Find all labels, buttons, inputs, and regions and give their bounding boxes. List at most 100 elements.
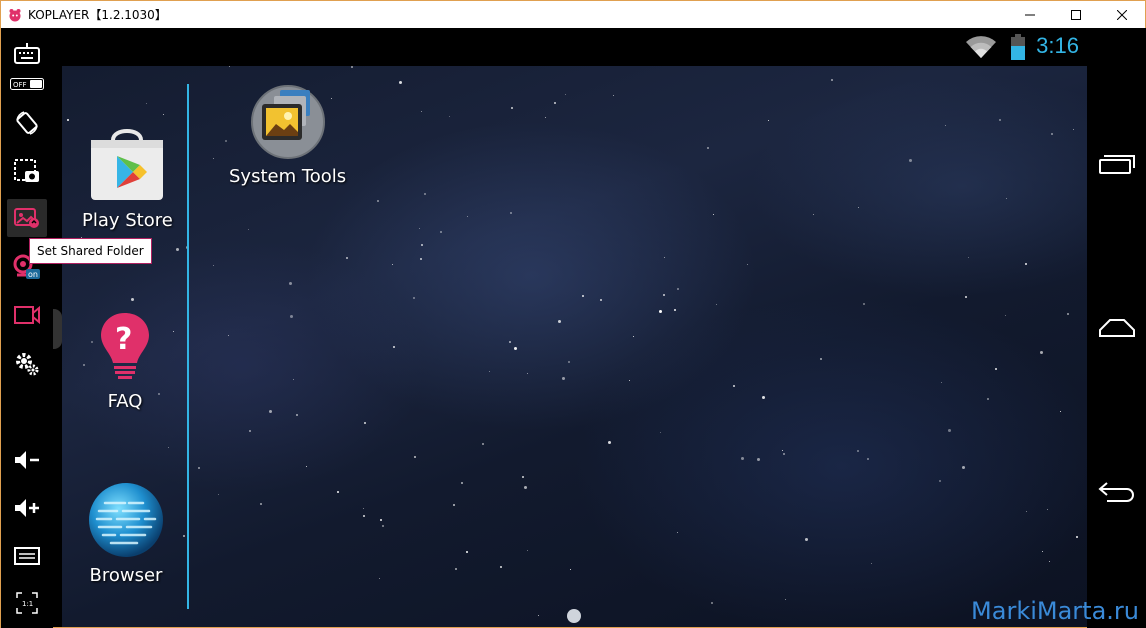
star bbox=[249, 430, 251, 432]
star bbox=[393, 346, 395, 348]
home-screen[interactable]: Play Store ? FAQ Browser System Tools bbox=[62, 66, 1087, 627]
star bbox=[213, 265, 214, 266]
home-icon bbox=[1099, 319, 1135, 337]
star bbox=[570, 569, 571, 570]
watermark-text: MarkiMarta.ru bbox=[971, 597, 1139, 625]
star bbox=[871, 563, 872, 564]
recent-apps-button[interactable] bbox=[1093, 144, 1141, 184]
star bbox=[545, 117, 546, 118]
star bbox=[858, 207, 859, 208]
battery-icon bbox=[1011, 34, 1025, 60]
star bbox=[909, 159, 912, 162]
app-label: FAQ bbox=[107, 391, 143, 412]
star bbox=[293, 379, 294, 380]
star bbox=[524, 486, 527, 489]
star bbox=[514, 347, 517, 350]
star bbox=[289, 282, 292, 285]
back-icon bbox=[1098, 482, 1134, 502]
star bbox=[768, 120, 769, 121]
star bbox=[413, 297, 415, 299]
page-indicator-dot bbox=[567, 609, 581, 623]
menu-button[interactable] bbox=[1, 544, 53, 568]
location-badge: on bbox=[28, 270, 38, 279]
side-panel-handle[interactable] bbox=[53, 309, 62, 349]
star bbox=[939, 480, 941, 482]
keyboard-toggle[interactable]: OFF bbox=[1, 77, 53, 91]
star bbox=[218, 494, 219, 495]
star bbox=[987, 398, 989, 400]
star bbox=[1067, 313, 1069, 315]
star bbox=[863, 303, 865, 305]
star bbox=[377, 200, 379, 202]
star bbox=[421, 244, 423, 246]
keyboard-button[interactable] bbox=[1, 40, 53, 68]
star bbox=[420, 258, 422, 260]
star bbox=[522, 476, 524, 478]
star bbox=[260, 503, 262, 505]
star bbox=[363, 508, 364, 509]
star bbox=[659, 310, 662, 313]
star bbox=[382, 525, 384, 527]
star bbox=[183, 535, 185, 537]
star bbox=[716, 304, 717, 305]
star bbox=[582, 295, 584, 297]
star bbox=[511, 107, 513, 109]
toggle-switch-icon: OFF bbox=[10, 78, 44, 90]
star bbox=[146, 103, 147, 104]
aspect-ratio-icon: 1:1 bbox=[16, 592, 38, 614]
star bbox=[467, 216, 468, 217]
star bbox=[225, 140, 227, 142]
star bbox=[213, 158, 214, 159]
star bbox=[440, 231, 442, 233]
volume-up-button[interactable] bbox=[1, 494, 53, 522]
app-browser[interactable]: Browser bbox=[87, 481, 165, 586]
app-faq[interactable]: ? FAQ bbox=[97, 309, 153, 412]
screenshot-button[interactable] bbox=[1, 156, 53, 186]
star bbox=[1051, 133, 1053, 135]
star bbox=[677, 532, 678, 533]
star bbox=[1060, 411, 1061, 412]
aspect-ratio-label: 1:1 bbox=[22, 600, 33, 608]
star bbox=[664, 257, 665, 258]
close-button[interactable] bbox=[1099, 1, 1145, 28]
title-bar[interactable]: KOPLAYER【1.2.1030】 bbox=[1, 1, 1145, 28]
maximize-button[interactable] bbox=[1053, 1, 1099, 28]
star bbox=[158, 393, 160, 395]
app-system-tools[interactable]: System Tools bbox=[229, 84, 346, 187]
star bbox=[296, 414, 298, 416]
star bbox=[509, 341, 511, 343]
star bbox=[600, 299, 602, 301]
star bbox=[677, 288, 679, 290]
minimize-icon bbox=[1025, 14, 1035, 15]
star bbox=[173, 331, 174, 332]
star bbox=[453, 504, 455, 506]
star bbox=[785, 599, 786, 600]
home-button[interactable] bbox=[1093, 308, 1141, 348]
star bbox=[941, 382, 942, 383]
star bbox=[424, 193, 426, 195]
star bbox=[711, 602, 713, 604]
star bbox=[380, 519, 382, 521]
settings-button[interactable] bbox=[1, 348, 53, 380]
star bbox=[733, 385, 735, 387]
app-play-store[interactable]: Play Store bbox=[82, 126, 173, 231]
star bbox=[455, 568, 457, 570]
faq-lightbulb-icon: ? bbox=[101, 313, 149, 379]
volume-down-button[interactable] bbox=[1, 446, 53, 474]
aspect-ratio-button[interactable]: 1:1 bbox=[1, 590, 53, 616]
star bbox=[363, 515, 365, 517]
shared-folder-button[interactable] bbox=[7, 199, 47, 237]
video-record-button[interactable] bbox=[1, 300, 53, 330]
rotate-button[interactable] bbox=[1, 108, 53, 138]
app-label: Browser bbox=[89, 565, 163, 586]
minimize-button[interactable] bbox=[1007, 1, 1053, 28]
star bbox=[783, 453, 785, 455]
back-button[interactable] bbox=[1093, 471, 1141, 511]
star bbox=[762, 396, 765, 399]
star bbox=[613, 95, 614, 96]
star bbox=[782, 450, 783, 451]
shared-folder-icon bbox=[14, 208, 39, 228]
settings-icon bbox=[16, 353, 39, 376]
star bbox=[168, 447, 169, 448]
star bbox=[1076, 536, 1078, 538]
